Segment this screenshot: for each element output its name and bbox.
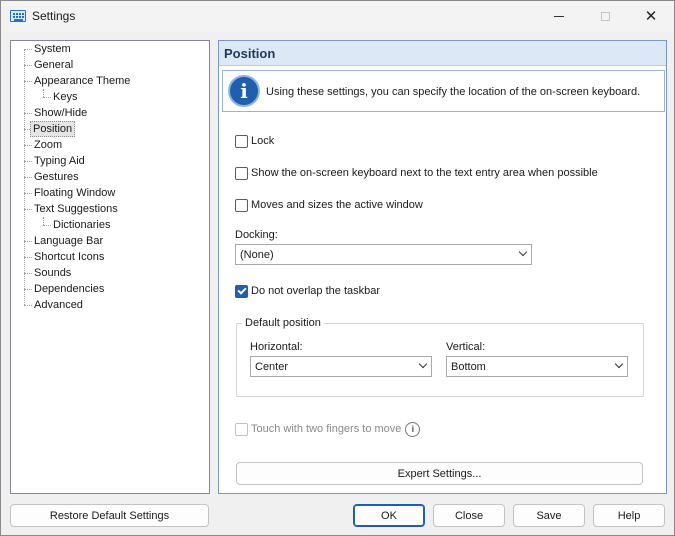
tree-connector bbox=[24, 177, 32, 178]
tree-item-gestures[interactable]: Gestures bbox=[32, 169, 81, 185]
lock-checkbox[interactable] bbox=[235, 134, 248, 148]
docking-label: Docking: bbox=[235, 229, 278, 241]
maximize-icon bbox=[600, 12, 610, 21]
docking-select[interactable]: (None) bbox=[235, 244, 532, 265]
position-panel: Position i Using these settings, you can… bbox=[218, 40, 667, 494]
tree-item-general[interactable]: General bbox=[32, 57, 75, 73]
tree-connector bbox=[24, 193, 32, 194]
tree-connector bbox=[24, 209, 32, 210]
tree-item-system[interactable]: System bbox=[32, 41, 73, 57]
tree-connector bbox=[43, 225, 51, 226]
info-icon: i bbox=[228, 75, 260, 107]
window-title: Settings bbox=[32, 9, 76, 23]
horizontal-label: Horizontal: bbox=[250, 341, 303, 353]
info-text: Using these settings, you can specify th… bbox=[266, 86, 641, 98]
tree-item-position[interactable]: Position bbox=[30, 121, 76, 137]
next-to-entry-checkbox-row[interactable]: Show the on-screen keyboard next to the … bbox=[235, 165, 598, 181]
chevron-down-icon bbox=[518, 247, 528, 257]
chevron-down-icon bbox=[614, 359, 624, 369]
touch-two-fingers-checkbox-row: Touch with two fingers to move i bbox=[235, 421, 421, 437]
title-bar[interactable]: Settings ✕ bbox=[1, 1, 674, 32]
close-icon: ✕ bbox=[644, 8, 658, 25]
lock-label: Lock bbox=[251, 135, 275, 147]
vertical-value: Bottom bbox=[451, 361, 486, 373]
tree-connector bbox=[24, 113, 32, 114]
tree-item-text-suggestions[interactable]: Text Suggestions bbox=[32, 201, 120, 217]
tree-connector bbox=[24, 273, 32, 274]
tree-item-sounds[interactable]: Sounds bbox=[32, 265, 73, 281]
maximize-button bbox=[582, 1, 628, 32]
tree-connector bbox=[24, 65, 32, 66]
close-button[interactable]: Close bbox=[433, 504, 505, 527]
touch-two-fingers-label: Touch with two fingers to move bbox=[251, 423, 402, 435]
docking-value: (None) bbox=[240, 249, 274, 261]
tree-connector bbox=[43, 89, 44, 97]
tree-item-dependencies[interactable]: Dependencies bbox=[32, 281, 106, 297]
tree-item-language-bar[interactable]: Language Bar bbox=[32, 233, 105, 249]
save-button[interactable]: Save bbox=[513, 504, 585, 527]
info-help-icon[interactable]: i bbox=[405, 421, 421, 437]
horizontal-value: Center bbox=[255, 361, 289, 373]
next-to-entry-label: Show the on-screen keyboard next to the … bbox=[251, 167, 598, 179]
tree-connector bbox=[24, 305, 32, 306]
next-to-entry-checkbox[interactable] bbox=[235, 166, 248, 180]
chevron-down-icon bbox=[418, 359, 428, 369]
tree-item-shortcut-icons[interactable]: Shortcut Icons bbox=[32, 249, 106, 265]
info-box: i Using these settings, you can specify … bbox=[222, 70, 665, 112]
ok-button[interactable]: OK bbox=[353, 504, 425, 527]
tree-item-dictionaries[interactable]: Dictionaries bbox=[51, 217, 112, 233]
minimize-icon bbox=[554, 16, 564, 17]
tree-connector bbox=[24, 289, 32, 290]
tree-item-appearance-theme[interactable]: Appearance Theme bbox=[32, 73, 132, 89]
tree-connector bbox=[43, 217, 44, 225]
tree-item-keys[interactable]: Keys bbox=[51, 89, 79, 105]
tree-connector bbox=[24, 145, 32, 146]
keyboard-icon bbox=[10, 10, 26, 22]
tree-item-typing-aid[interactable]: Typing Aid bbox=[32, 153, 87, 169]
panel-title: Position bbox=[219, 41, 666, 66]
help-button[interactable]: Help bbox=[593, 504, 665, 527]
lock-checkbox-row[interactable]: Lock bbox=[235, 133, 274, 149]
tree-item-show-hide[interactable]: Show/Hide bbox=[32, 105, 89, 121]
close-window-button[interactable]: ✕ bbox=[628, 1, 674, 32]
vertical-select[interactable]: Bottom bbox=[446, 356, 628, 377]
vertical-label: Vertical: bbox=[446, 341, 486, 353]
settings-tree[interactable]: System General Appearance Theme Keys Sho… bbox=[10, 40, 210, 494]
settings-window: Settings ✕ System General Appearance The… bbox=[0, 0, 675, 536]
tree-item-zoom[interactable]: Zoom bbox=[32, 137, 64, 153]
no-overlap-checkbox[interactable] bbox=[235, 284, 248, 298]
moves-sizes-checkbox-row[interactable]: Moves and sizes the active window bbox=[235, 197, 423, 213]
tree-connector bbox=[24, 49, 32, 50]
no-overlap-label: Do not overlap the taskbar bbox=[251, 285, 381, 297]
no-overlap-checkbox-row[interactable]: Do not overlap the taskbar bbox=[235, 283, 380, 299]
moves-sizes-checkbox[interactable] bbox=[235, 198, 248, 212]
moves-sizes-label: Moves and sizes the active window bbox=[251, 199, 423, 211]
tree-connector bbox=[24, 161, 32, 162]
restore-defaults-button[interactable]: Restore Default Settings bbox=[10, 504, 209, 527]
minimize-button[interactable] bbox=[536, 1, 582, 32]
touch-two-fingers-checkbox bbox=[235, 422, 248, 436]
tree-connector bbox=[43, 97, 51, 98]
tree-item-advanced[interactable]: Advanced bbox=[32, 297, 85, 313]
expert-settings-button[interactable]: Expert Settings... bbox=[236, 462, 643, 485]
horizontal-select[interactable]: Center bbox=[250, 356, 432, 377]
tree-item-floating-window[interactable]: Floating Window bbox=[32, 185, 117, 201]
default-position-title: Default position bbox=[242, 317, 324, 329]
tree-connector bbox=[24, 81, 32, 82]
tree-connector bbox=[24, 241, 32, 242]
tree-connector bbox=[24, 257, 32, 258]
